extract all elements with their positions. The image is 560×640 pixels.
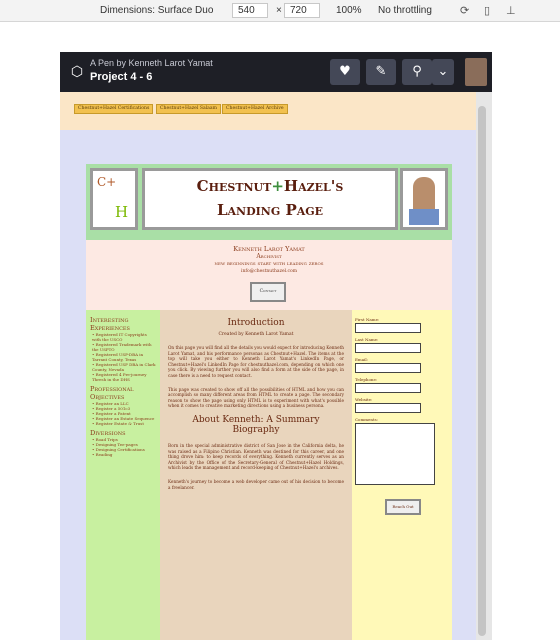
scrollbar[interactable] bbox=[478, 106, 486, 636]
intro-heading: Introduction bbox=[227, 318, 285, 328]
title-landing-page: Landing Page bbox=[216, 201, 324, 219]
intro-byline: Created by Kenneth Larot Yamat bbox=[218, 332, 294, 337]
pencil-icon: ✎ bbox=[375, 64, 387, 79]
nav-link-salaam[interactable]: Chestnut+Hazel Salaam bbox=[156, 104, 222, 114]
chevron-down-icon: ⌄ bbox=[437, 64, 449, 79]
device-select[interactable]: Dimensions: Surface Duo bbox=[100, 5, 213, 16]
devtools-toolbar: Dimensions: Surface Duo 540 × 720 100% N… bbox=[0, 0, 560, 22]
top-nav: Chestnut+Hazel Certifications Chestnut+H… bbox=[60, 92, 476, 130]
main-content: Introduction Created by Kenneth Larot Ya… bbox=[160, 310, 352, 640]
title-hazels: Hazel's bbox=[283, 177, 344, 195]
avatar[interactable] bbox=[465, 58, 487, 86]
pin-button[interactable]: ⚲ bbox=[402, 59, 432, 85]
website-field[interactable] bbox=[355, 403, 421, 413]
width-input[interactable]: 540 bbox=[232, 3, 268, 18]
height-input[interactable]: 720 bbox=[284, 3, 320, 18]
pen-title: Project 4 - 6 bbox=[90, 71, 153, 83]
list-item: Registered Trademark with the USPTO bbox=[92, 342, 156, 352]
codepen-header: ⬡ A Pen by Kenneth Larot Yamat Project 4… bbox=[60, 52, 492, 92]
nav-link-certifications[interactable]: Chestnut+Hazel Certifications bbox=[74, 104, 154, 114]
codepen-logo-icon[interactable]: ⬡ bbox=[68, 63, 86, 81]
fold-icon[interactable]: ▯ bbox=[484, 4, 490, 17]
heart-icon: ♥ bbox=[339, 64, 351, 79]
last-name-label: Last Name: bbox=[355, 337, 379, 342]
comments-textarea[interactable] bbox=[355, 423, 435, 485]
email-label: Email: bbox=[355, 357, 369, 362]
ruler-icon[interactable]: ⊥ bbox=[506, 4, 516, 17]
bio-name: Kenneth Larot Yamat bbox=[233, 245, 305, 253]
section-title: Diversions bbox=[90, 429, 126, 437]
reach-out-button[interactable]: Reach Out bbox=[385, 499, 421, 515]
logo-h-text: H bbox=[115, 203, 129, 221]
bio-tagline: new beginnings start with leading zeros bbox=[214, 260, 324, 267]
website-label: Website: bbox=[355, 397, 373, 402]
intro-paragraph: On this page you will find all the detai… bbox=[168, 345, 344, 378]
bio-email[interactable]: info@chestnuthazel.com bbox=[86, 269, 452, 274]
list-item: Reading bbox=[92, 452, 156, 457]
section-title: Professional Objectives bbox=[90, 385, 134, 401]
pen-byline[interactable]: A Pen by Kenneth Larot Yamat bbox=[90, 58, 213, 68]
list-item: Registered USP DBA in Clark County, Neva… bbox=[92, 362, 156, 372]
telephone-label: Telephone: bbox=[355, 377, 378, 382]
last-name-field[interactable] bbox=[355, 343, 421, 353]
first-name-field[interactable] bbox=[355, 323, 421, 333]
contact-button[interactable]: Contact bbox=[250, 282, 286, 302]
pin-icon: ⚲ bbox=[412, 64, 422, 79]
about-paragraph: Born in the special administrative distr… bbox=[168, 442, 344, 471]
title-plus: + bbox=[271, 177, 284, 195]
list-item: Register Estate & Trust bbox=[92, 421, 156, 426]
section-title: Interesting Experiences bbox=[90, 316, 130, 332]
email-field[interactable] bbox=[355, 363, 421, 373]
pen-frame: ⬡ A Pen by Kenneth Larot Yamat Project 4… bbox=[60, 52, 492, 640]
sidebar: Interesting Experiences Registered IT Co… bbox=[86, 310, 160, 640]
rotate-icon[interactable]: ⟳ bbox=[460, 4, 469, 17]
about-paragraph: Kenneth's journey to become a web develo… bbox=[168, 478, 344, 490]
chestnut-hazel-logo: C+ H bbox=[90, 168, 138, 230]
profile-photo bbox=[400, 168, 448, 230]
pen-preview: Chestnut+Hazel Certifications Chestnut+H… bbox=[60, 92, 476, 640]
page-title: Chestnut+Hazel's Landing Page bbox=[142, 168, 398, 230]
comments-label: Comments: bbox=[355, 417, 379, 422]
bio-role: Archivist bbox=[256, 253, 282, 260]
intro-paragraph: This page was created to show off all th… bbox=[168, 386, 344, 409]
zoom-select[interactable]: 100% bbox=[336, 5, 362, 16]
nav-link-archive[interactable]: Chestnut+Hazel Archive bbox=[222, 104, 288, 114]
throttle-select[interactable]: No throttling bbox=[378, 5, 432, 16]
list-item: Registered 4 Pre-journey Thresh in the D… bbox=[92, 372, 156, 382]
title-chestnut: Chestnut bbox=[196, 177, 272, 195]
list-item: Registered IT Copyrights with the USCO bbox=[92, 332, 156, 342]
bio-block: Kenneth Larot Yamat Archivist new beginn… bbox=[86, 240, 452, 310]
contact-form: First Name: Last Name: Email: Telephone:… bbox=[352, 310, 452, 640]
list-item: Registered USP-DBA in Tarrant County, Te… bbox=[92, 352, 156, 362]
logo-ch-text: C+ bbox=[97, 175, 117, 189]
pin-menu-button[interactable]: ⌄ bbox=[432, 59, 454, 85]
edit-button[interactable]: ✎ bbox=[366, 59, 396, 85]
first-name-label: First Name: bbox=[355, 317, 380, 322]
about-heading: About Kenneth: A Summary Biography bbox=[192, 414, 320, 435]
times-sign: × bbox=[276, 5, 282, 16]
landing-header: C+ H Chestnut+Hazel's Landing Page bbox=[86, 164, 452, 240]
heart-button[interactable]: ♥ bbox=[330, 59, 360, 85]
telephone-field[interactable] bbox=[355, 383, 421, 393]
